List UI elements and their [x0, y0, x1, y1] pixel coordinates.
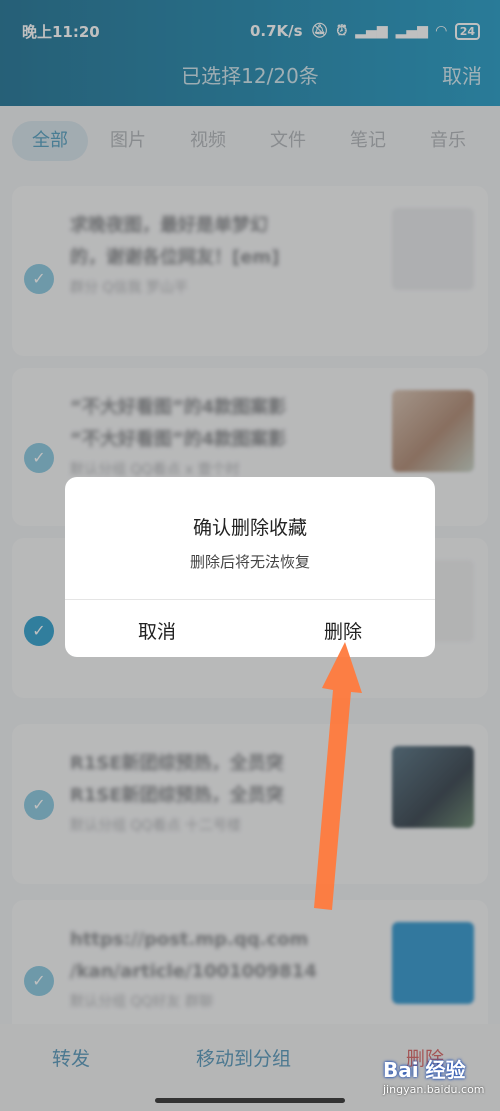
- watermark-url: jingyan.baidu.com: [383, 1083, 485, 1096]
- confirm-delete-dialog: 确认删除收藏 删除后将无法恢复 取消 删除: [65, 477, 435, 657]
- dialog-message: 删除后将无法恢复: [189, 553, 310, 571]
- home-indicator[interactable]: [155, 1098, 345, 1103]
- dialog-divider: [65, 599, 435, 600]
- dialog-delete-button[interactable]: 删除: [283, 617, 403, 644]
- dialog-cancel-button[interactable]: 取消: [97, 617, 217, 644]
- watermark-logo: Bai 经验: [383, 1058, 466, 1082]
- dialog-title: 确认删除收藏: [192, 517, 307, 539]
- baidu-watermark: Bai 经验 jingyan.baidu.com: [383, 1054, 498, 1106]
